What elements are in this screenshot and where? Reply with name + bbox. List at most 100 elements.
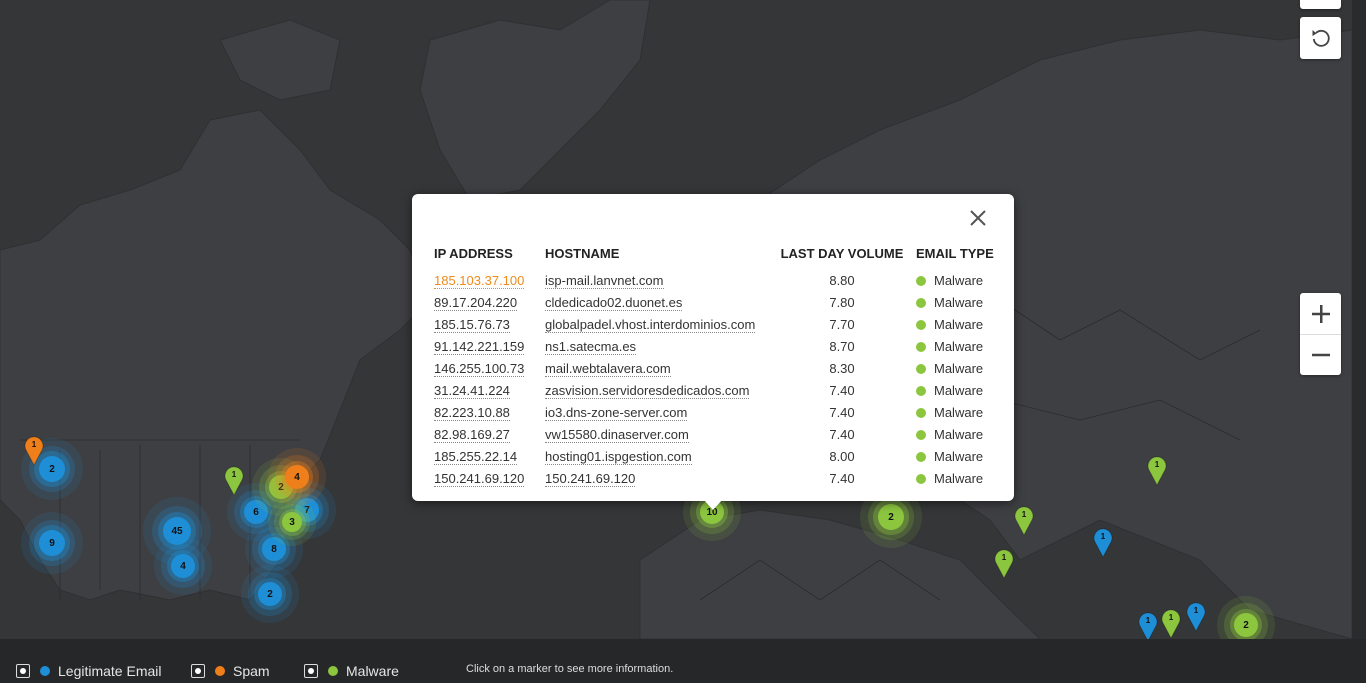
ip-link[interactable]: 82.98.169.27	[432, 423, 543, 445]
cluster-count[interactable]: 2	[1234, 613, 1258, 637]
plus-icon	[1311, 304, 1330, 323]
zoom-out-button[interactable]	[1300, 334, 1341, 375]
map-control-stub[interactable]	[1300, 0, 1341, 9]
pin-count: 1	[231, 470, 237, 479]
ip-link-text[interactable]: 89.17.204.220	[434, 294, 518, 311]
pin-count: 1	[1001, 553, 1007, 562]
hostname-link-text[interactable]: hosting01.ispgestion.com	[545, 448, 692, 465]
cluster-count[interactable]: 2	[258, 582, 282, 606]
legitimate-cluster-marker[interactable]: 2	[241, 565, 299, 623]
ip-link[interactable]: 185.255.22.14	[432, 445, 543, 467]
legitimate-pin-marker[interactable]: 1	[1138, 612, 1158, 639]
hostname-link-text[interactable]: 150.241.69.120	[545, 470, 636, 487]
malware-pin-marker[interactable]: 1	[1014, 506, 1034, 537]
ip-link[interactable]: 31.24.41.224	[432, 379, 543, 401]
cluster-count[interactable]: 4	[171, 554, 195, 578]
close-button[interactable]	[968, 208, 988, 228]
hostname-link-text[interactable]: globalpadel.vhost.interdominios.com	[545, 316, 756, 333]
ip-link-text[interactable]: 150.241.69.120	[434, 470, 525, 487]
ip-link-text[interactable]: 31.24.41.224	[434, 382, 510, 399]
column-header-email-type: EMAIL TYPE	[916, 246, 994, 261]
malware-cluster-marker[interactable]: 2	[859, 485, 923, 549]
spam-pin-marker[interactable]: 1	[24, 436, 44, 467]
hostname-link[interactable]: ns1.satecma.es	[543, 335, 778, 357]
cluster-count[interactable]: 4	[285, 465, 309, 489]
hostname-link-text[interactable]: io3.dns-zone-server.com	[545, 404, 688, 421]
legitimate-cluster-marker[interactable]: 2	[20, 437, 84, 501]
legend-label: Spam	[233, 663, 270, 679]
table-row: 185.103.37.100 isp-mail.lanvnet.com 8.80 Ma…	[432, 269, 1004, 291]
hostname-link[interactable]: mail.webtalavera.com	[543, 357, 778, 379]
legitimate-cluster-marker[interactable]: 45	[143, 497, 211, 565]
scrollbar-track[interactable]	[1352, 0, 1366, 639]
ip-link-text[interactable]: 146.255.100.73	[434, 360, 525, 377]
email-type: Malware	[914, 401, 1004, 423]
malware-pin-marker[interactable]: 1	[994, 549, 1014, 580]
legend-checkbox[interactable]	[191, 664, 205, 678]
volume-value: 7.70	[778, 313, 914, 335]
legitimate-cluster-marker[interactable]: 8	[245, 520, 303, 578]
legitimate-cluster-marker[interactable]: 6	[227, 483, 285, 541]
hostname-link[interactable]: hosting01.ispgestion.com	[543, 445, 778, 467]
spam-cluster-marker[interactable]: 4	[268, 448, 326, 506]
volume-value-text: 8.30	[829, 360, 855, 376]
hostname-link-text[interactable]: ns1.satecma.es	[545, 338, 637, 355]
email-type-text: Malware	[934, 294, 984, 310]
ip-link-text[interactable]: 82.98.169.27	[434, 426, 510, 443]
hostname-link[interactable]: isp-mail.lanvnet.com	[543, 269, 778, 291]
reset-view-button[interactable]	[1300, 17, 1341, 59]
email-type-text: Malware	[934, 470, 984, 486]
ip-link[interactable]: 91.142.221.159	[432, 335, 543, 357]
ip-link[interactable]: 82.223.10.88	[432, 401, 543, 423]
volume-value: 8.00	[778, 445, 914, 467]
legend-label: Legitimate Email	[58, 663, 162, 679]
ip-link-text[interactable]: 185.255.22.14	[434, 448, 518, 465]
cluster-count[interactable]: 9	[39, 530, 65, 556]
malware-cluster-marker[interactable]: 3	[268, 498, 316, 546]
hostname-link[interactable]: globalpadel.vhost.interdominios.com	[543, 313, 778, 335]
ip-link-text[interactable]: 185.15.76.73	[434, 316, 510, 333]
legend-item-spam[interactable]: Spam	[191, 661, 270, 681]
volume-value-text: 8.00	[829, 448, 855, 464]
pin-count: 1	[1193, 606, 1199, 615]
legitimate-cluster-marker[interactable]: 9	[20, 511, 84, 575]
malware-pin-marker[interactable]: 1	[1161, 609, 1181, 639]
malware-pin-marker[interactable]: 1	[1147, 456, 1167, 487]
malware-cluster-marker[interactable]: 10	[683, 483, 741, 541]
column-header-hostname: HOSTNAME	[545, 246, 620, 261]
ip-link-text[interactable]: 91.142.221.159	[434, 338, 525, 355]
hostname-link-text[interactable]: cldedicado02.duonet.es	[545, 294, 683, 311]
legitimate-cluster-marker[interactable]: 4	[154, 537, 212, 595]
cluster-count[interactable]: 3	[282, 512, 302, 532]
malware-dot-icon	[916, 341, 926, 352]
minus-icon	[1311, 353, 1330, 356]
hostname-link[interactable]: vw15580.dinaserver.com	[543, 423, 778, 445]
cluster-count[interactable]: 2	[878, 504, 904, 530]
legend-checkbox[interactable]	[16, 664, 30, 678]
legitimate-pin-marker[interactable]: 1	[1093, 528, 1113, 559]
legitimate-pin-marker[interactable]: 1	[1186, 602, 1206, 633]
ip-link[interactable]: 185.15.76.73	[432, 313, 543, 335]
hostname-link-text[interactable]: mail.webtalavera.com	[545, 360, 671, 377]
hostname-link-text[interactable]: isp-mail.lanvnet.com	[545, 272, 664, 289]
pin-count: 1	[1145, 616, 1151, 625]
ip-link[interactable]: 185.103.37.100	[432, 269, 543, 291]
hostname-link[interactable]: 150.241.69.120	[543, 467, 778, 489]
hostname-link-text[interactable]: vw15580.dinaserver.com	[545, 426, 689, 443]
legend-item-legitimate[interactable]: Legitimate Email	[16, 661, 162, 681]
ip-link[interactable]: 89.17.204.220	[432, 291, 543, 313]
malware-cluster-marker[interactable]: 2	[1217, 596, 1275, 639]
ip-link-text[interactable]: 185.103.37.100	[434, 272, 525, 289]
ip-link-text[interactable]: 82.223.10.88	[434, 404, 510, 421]
hostname-link[interactable]: cldedicado02.duonet.es	[543, 291, 778, 313]
ip-link[interactable]: 150.241.69.120	[432, 467, 543, 489]
legend-item-malware[interactable]: Malware	[304, 661, 399, 681]
hostname-link[interactable]: io3.dns-zone-server.com	[543, 401, 778, 423]
ip-link[interactable]: 146.255.100.73	[432, 357, 543, 379]
hostname-link-text[interactable]: zasvision.servidoresdedicados.com	[545, 382, 750, 399]
hostname-link[interactable]: zasvision.servidoresdedicados.com	[543, 379, 778, 401]
malware-pin-marker[interactable]: 1	[224, 466, 244, 497]
zoom-in-button[interactable]	[1300, 293, 1341, 335]
zoom-controls	[1300, 293, 1341, 375]
legend-checkbox[interactable]	[304, 664, 318, 678]
